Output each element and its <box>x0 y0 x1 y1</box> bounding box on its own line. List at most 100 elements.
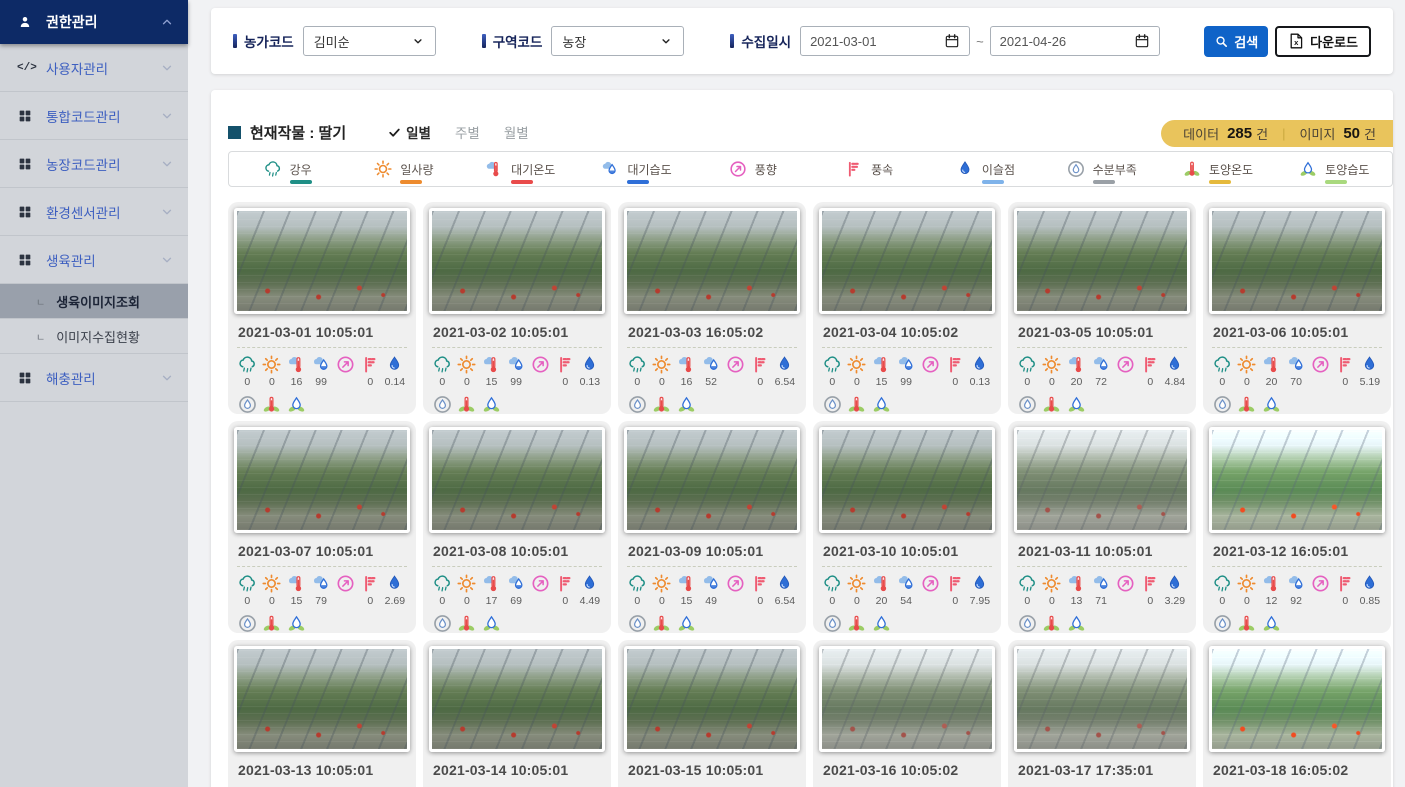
dew-point-icon <box>1359 354 1380 375</box>
sensor-value-soil-temp: 0 <box>845 613 870 633</box>
solar-radiation-icon <box>261 573 282 594</box>
sensor-value-soil-humidity: 0 <box>1064 394 1089 414</box>
rain-icon <box>822 573 843 594</box>
sensor-value-text: 20 <box>1071 376 1083 388</box>
sidebar-item-integrated-code-mgmt[interactable]: 통합코드관리 <box>0 92 188 140</box>
greenhouse-photo[interactable] <box>819 208 995 314</box>
sidebar-item-user-mgmt[interactable]: </>사용자관리 <box>0 44 188 92</box>
search-button[interactable]: 검색 <box>1204 26 1268 57</box>
rain-icon <box>1212 354 1233 375</box>
wind-direction-icon <box>530 354 551 375</box>
sensor-value-solar: 0 <box>1040 573 1065 607</box>
greenhouse-photo[interactable] <box>234 646 410 752</box>
soil-temperature-icon <box>651 613 672 633</box>
sidebar-item-pest-mgmt[interactable]: 해충관리 <box>0 354 188 402</box>
greenhouse-photo[interactable] <box>624 208 800 314</box>
greenhouse-photo[interactable] <box>429 646 605 752</box>
sensor-value-soil-humidity: 0 <box>869 394 894 414</box>
sensor-value-air-temp: 20 <box>869 573 894 607</box>
greenhouse-photo[interactable] <box>1014 646 1190 752</box>
sensor-value-text: 17 <box>486 595 498 607</box>
greenhouse-photo[interactable] <box>429 427 605 533</box>
sidebar-item-permission-mgmt[interactable]: 권한관리 <box>0 0 188 44</box>
sensor-values-row-2: 14.3600 <box>1203 388 1391 414</box>
sidebar-item-growth-mgmt[interactable]: 생육관리 <box>0 236 188 284</box>
greenhouse-photo[interactable] <box>1014 208 1190 314</box>
greenhouse-photo[interactable] <box>234 208 410 314</box>
air-humidity-icon <box>1091 354 1112 375</box>
greenhouse-photo[interactable] <box>819 646 995 752</box>
sensor-values-row-1: 00165206.54 <box>618 348 806 388</box>
wind-speed-icon <box>555 354 576 375</box>
date-to-input[interactable]: 2021-04-26 <box>990 26 1160 56</box>
sensor-value-rain: 0 <box>430 573 455 607</box>
sidebar-item-label: 통합코드관리 <box>46 106 121 126</box>
sensor-value-soil-temp: 0 <box>845 394 870 414</box>
date-from-value: 2021-03-01 <box>810 34 877 49</box>
zone-code-select[interactable]: 농장 <box>551 26 684 56</box>
air-temperature-icon <box>1066 354 1087 375</box>
sensor-value-wind-direction <box>333 573 358 607</box>
legend-label: 대기습도 <box>627 161 671 178</box>
sensor-value-air-temp: 15 <box>284 573 309 607</box>
wind-speed-icon <box>360 354 381 375</box>
sidebar-subitem-growth-image-view[interactable]: ㄴ생육이미지조회 <box>0 284 188 319</box>
sensor-value-wind-speed: 0 <box>358 573 383 607</box>
air-temperature-icon <box>481 354 502 375</box>
wind-speed-icon <box>1335 573 1356 594</box>
sidebar-item-env-sensor-mgmt[interactable]: 환경센서관리 <box>0 188 188 236</box>
tab-weekly[interactable]: 주별 <box>455 122 480 142</box>
sensor-value-text: 0.14 <box>385 376 405 388</box>
sensor-value-text: 0 <box>244 376 250 388</box>
sensor-value-soil-humidity: 0 <box>674 394 699 414</box>
tab-monthly[interactable]: 월별 <box>504 122 529 142</box>
farm-code-value: 김미순 <box>314 32 350 51</box>
sensor-value-solar: 0 <box>1235 354 1260 388</box>
card-date: 2021-03-09 10:05:01 <box>628 543 796 559</box>
sidebar-subitem-image-collect-status[interactable]: ㄴ이미지수집현황 <box>0 319 188 354</box>
greenhouse-photo[interactable] <box>624 427 800 533</box>
greenhouse-photo[interactable] <box>1209 427 1385 533</box>
card-date: 2021-03-08 10:05:01 <box>433 543 601 559</box>
sensor-value-text: 6.54 <box>775 595 795 607</box>
calendar-icon[interactable] <box>1134 33 1150 49</box>
greenhouse-photo[interactable] <box>1014 427 1190 533</box>
tab-daily[interactable]: 일별 <box>388 122 431 142</box>
solar-radiation-icon <box>1236 354 1257 375</box>
download-button[interactable]: 다운로드 <box>1275 26 1371 57</box>
sensor-value-rain: 0 <box>235 354 260 388</box>
sensor-value-air-temp: 15 <box>479 354 504 388</box>
sensor-value-soil-temp: 0 <box>1040 613 1065 633</box>
sensor-values-row-2: 10.4000 <box>813 607 1001 633</box>
greenhouse-photo[interactable] <box>429 208 605 314</box>
chevron-down-icon <box>411 34 425 48</box>
badge-divider: | <box>1282 126 1285 141</box>
sensor-value-text: 0 <box>562 595 568 607</box>
greenhouse-photo[interactable] <box>1209 208 1385 314</box>
sensor-value-air-temp: 17 <box>479 573 504 607</box>
sensor-value-text: 4.49 <box>580 595 600 607</box>
farm-code-select[interactable]: 김미순 <box>303 26 436 56</box>
sensor-value-soil-humidity: 0 <box>479 394 504 414</box>
soil-temperature-icon <box>1041 394 1062 414</box>
calendar-icon[interactable] <box>944 33 960 49</box>
crop-label: 현재작물 : 딸기 <box>250 122 346 143</box>
legend-label: 토양습도 <box>1325 161 1369 178</box>
crop-square-icon <box>228 126 241 139</box>
date-from-input[interactable]: 2021-03-01 <box>800 26 970 56</box>
sensor-value-text: 0 <box>464 376 470 388</box>
soil-temperature-icon <box>1182 159 1202 179</box>
solar-radiation-icon <box>1236 573 1257 594</box>
sidebar-item-farm-code-mgmt[interactable]: 농장코드관리 <box>0 140 188 188</box>
sensor-value-text: 0 <box>829 595 835 607</box>
soil-humidity-icon <box>1066 613 1087 633</box>
image-card: 2021-03-01 10:05:0100169900.1415.8400 <box>228 202 416 414</box>
search-icon <box>1214 34 1229 49</box>
greenhouse-photo[interactable] <box>1209 646 1385 752</box>
greenhouse-photo[interactable] <box>624 646 800 752</box>
greenhouse-photo[interactable] <box>819 427 995 533</box>
air-humidity-icon <box>896 573 917 594</box>
air-humidity-icon <box>701 573 722 594</box>
greenhouse-photo[interactable] <box>234 427 410 533</box>
sensor-value-soil-temp: 0 <box>455 394 480 414</box>
